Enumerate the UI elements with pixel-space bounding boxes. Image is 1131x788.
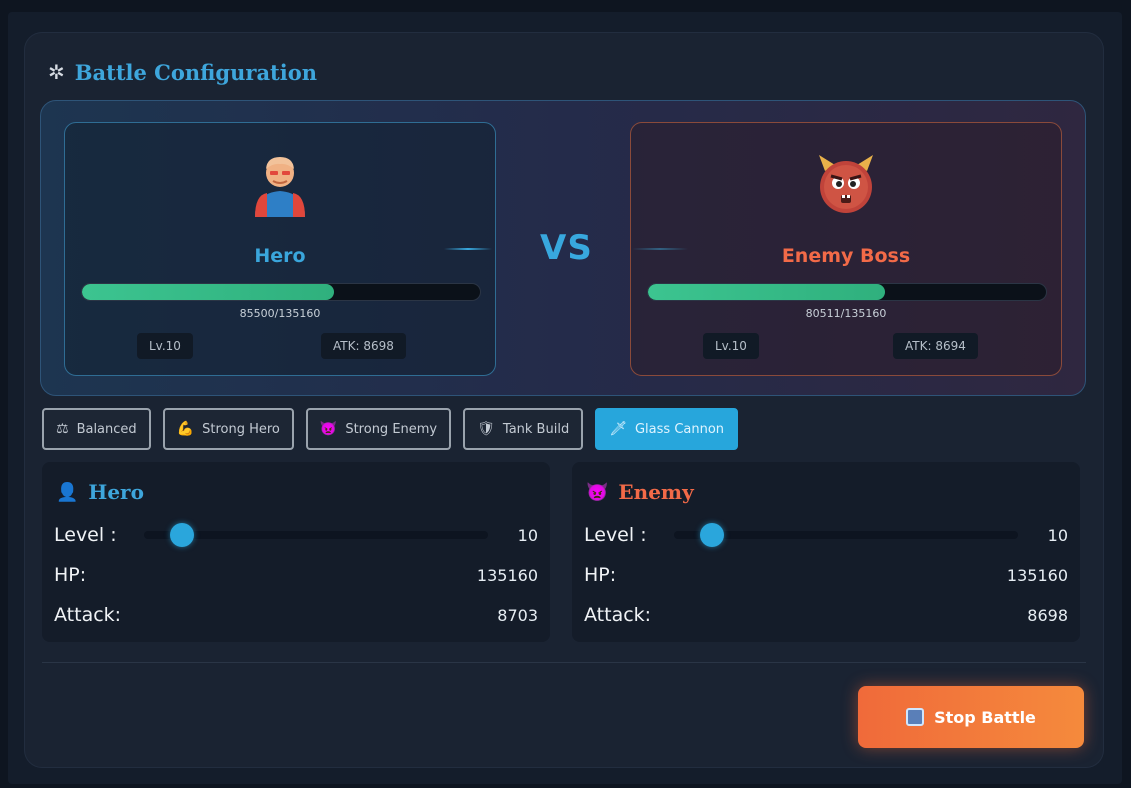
hero-attack-row: Attack: 8703 <box>54 600 538 630</box>
person-icon: 👤 <box>56 481 79 503</box>
hero-hp-row: HP: 135160 <box>54 560 538 590</box>
slider-thumb[interactable] <box>169 523 194 547</box>
panel-title: ✲ Battle Configuration <box>48 56 317 88</box>
hp-label: HP: <box>584 564 617 586</box>
shield-icon: 🛡 <box>477 421 495 437</box>
enemy-config-title: Enemy <box>618 480 694 504</box>
muscle-icon: 💪 <box>176 421 195 437</box>
preset-glass-cannon-button[interactable]: 🗡 Glass Cannon <box>595 408 739 450</box>
hero-hp-value: 135160 <box>476 565 538 585</box>
vs-line-left <box>444 248 492 250</box>
enemy-level-badge: Lv.10 <box>703 333 759 359</box>
hero-card: Hero 85500/135160 Lv.10 ATK: 8698 <box>64 122 496 376</box>
attack-label: Attack: <box>584 604 652 626</box>
stop-battle-button[interactable]: Stop Battle <box>858 686 1084 748</box>
hero-config-card: 👤 Hero Level : 10 HP: 135160 Attack: 870… <box>42 462 550 642</box>
preset-tank-build-button[interactable]: 🛡 Tank Build <box>463 408 584 450</box>
hero-config-title: Hero <box>88 480 144 504</box>
devil-icon: 👿 <box>586 481 609 503</box>
hero-hp-fill <box>82 284 334 300</box>
scale-icon: ⚖ <box>56 421 69 437</box>
level-label: Level : <box>54 524 117 546</box>
preset-label: Glass Cannon <box>634 421 725 437</box>
hero-name: Hero <box>254 245 306 267</box>
hero-hp-bar <box>81 283 481 301</box>
gear-icon: ✲ <box>48 60 65 84</box>
dagger-icon: 🗡 <box>609 421 627 437</box>
level-label: Level : <box>584 524 647 546</box>
enemy-level-row: Level : 10 <box>584 520 1068 550</box>
preset-label: Balanced <box>76 421 137 437</box>
enemy-level-slider[interactable] <box>674 523 1018 547</box>
preset-label: Tank Build <box>502 421 570 437</box>
enemy-hp-fill <box>648 284 886 300</box>
hero-attack-badge: ATK: 8698 <box>321 333 406 359</box>
hero-attack-value: 8703 <box>497 605 538 625</box>
hero-level-value: 10 <box>517 525 538 545</box>
enemy-level-value: 10 <box>1047 525 1068 545</box>
stop-battle-label: Stop Battle <box>934 707 1036 727</box>
hero-avatar-icon <box>255 157 305 217</box>
divider <box>42 662 1086 663</box>
hero-level-row: Level : 10 <box>54 520 538 550</box>
enemy-attack-value: 8698 <box>1027 605 1068 625</box>
enemy-config-card: 👿 Enemy Level : 10 HP: 135160 Attack: 86… <box>572 462 1080 642</box>
preset-balanced-button[interactable]: ⚖ Balanced <box>42 408 151 450</box>
enemy-name: Enemy Boss <box>781 245 911 267</box>
preset-label: Strong Enemy <box>345 421 438 437</box>
enemy-config-header: 👿 Enemy <box>586 480 694 504</box>
enemy-attack-row: Attack: 8698 <box>584 600 1068 630</box>
hero-level-slider[interactable] <box>144 523 488 547</box>
enemy-hp-bar <box>647 283 1047 301</box>
preset-label: Strong Hero <box>202 421 280 437</box>
attack-label: Attack: <box>54 604 122 626</box>
hp-label: HP: <box>54 564 87 586</box>
enemy-hp-value: 135160 <box>1006 565 1068 585</box>
enemy-hp-row: HP: 135160 <box>584 560 1068 590</box>
enemy-hp-text: 80511/135160 <box>805 307 887 320</box>
enemy-card: Enemy Boss 80511/135160 Lv.10 ATK: 8694 <box>630 122 1062 376</box>
hero-hp-text: 85500/135160 <box>239 307 321 320</box>
preset-strong-hero-button[interactable]: 💪 Strong Hero <box>162 408 294 450</box>
hero-config-header: 👤 Hero <box>56 480 144 504</box>
preset-bar: ⚖ Balanced 💪 Strong Hero 👿 Strong Enemy … <box>42 408 739 450</box>
stop-icon <box>906 708 925 726</box>
vs-label: VS <box>540 228 593 268</box>
hero-level-badge: Lv.10 <box>137 333 193 359</box>
preset-strong-enemy-button[interactable]: 👿 Strong Enemy <box>305 408 452 450</box>
enemy-avatar-icon <box>819 155 873 213</box>
slider-thumb[interactable] <box>699 523 724 547</box>
devil-icon: 👿 <box>319 421 338 437</box>
panel-title-text: Battle Configuration <box>74 59 318 85</box>
enemy-attack-badge: ATK: 8694 <box>893 333 978 359</box>
